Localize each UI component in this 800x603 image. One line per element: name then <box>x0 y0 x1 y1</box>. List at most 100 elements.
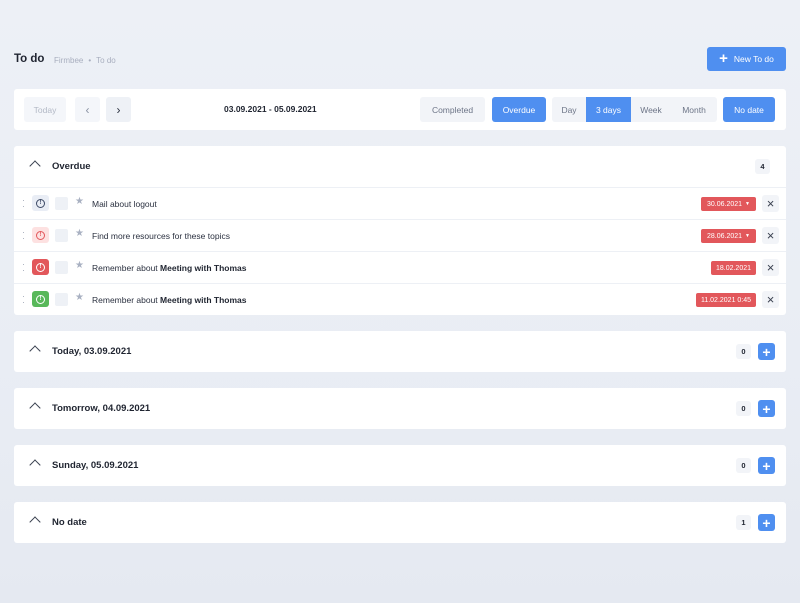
plus-icon: + <box>762 343 771 360</box>
chevron-up-icon[interactable] <box>29 345 41 357</box>
task-title-bold: Meeting with Thomas <box>160 263 247 273</box>
task-title: Remember about <box>92 295 158 305</box>
view-day-button[interactable]: Day <box>552 97 586 122</box>
breadcrumb-item-todo: To do <box>96 56 116 65</box>
section-title: Today, 03.09.2021 <box>52 346 132 357</box>
chevron-left-icon: ‹ <box>85 102 90 117</box>
task-checkbox[interactable] <box>55 261 68 274</box>
task-count-badge: 4 <box>755 159 770 174</box>
task-text[interactable]: Remember about Meeting with Thomas <box>92 263 246 273</box>
priority-button[interactable]: ! <box>32 259 49 275</box>
section-tomorrow: Tomorrow, 04.09.2021 0 + <box>14 388 786 429</box>
task-text[interactable]: Find more resources for these topics <box>92 231 230 241</box>
due-date-text: 28.06.2021 <box>707 232 743 240</box>
drag-handle-icon[interactable]: · · <box>22 292 25 307</box>
task-row[interactable]: · · ! ★ Remember about Meeting with Thoma… <box>14 251 786 283</box>
due-date-badge[interactable]: 30.06.2021 ▼ <box>701 197 756 211</box>
page-title: To do <box>14 53 45 65</box>
section-title: Tomorrow, 04.09.2021 <box>52 403 151 414</box>
remove-task-button[interactable]: × <box>762 259 779 276</box>
due-date-badge[interactable]: 28.06.2021 ▼ <box>701 229 756 243</box>
task-count-badge: 0 <box>736 344 751 359</box>
remove-task-button[interactable]: × <box>762 291 779 308</box>
section-header[interactable]: No date 1 + <box>14 502 786 543</box>
chevron-up-icon[interactable] <box>29 459 41 471</box>
add-task-button[interactable]: + <box>758 457 775 474</box>
priority-button[interactable]: ! <box>32 291 49 307</box>
task-count-badge: 0 <box>736 401 751 416</box>
task-row[interactable]: · · ! ★ Mail about logout 30.06.2021 ▼ × <box>14 187 786 219</box>
drag-handle-icon[interactable]: · · <box>22 260 25 275</box>
section-header[interactable]: Sunday, 05.09.2021 0 + <box>14 445 786 486</box>
section-sunday: Sunday, 05.09.2021 0 + <box>14 445 786 486</box>
task-count-badge: 1 <box>736 515 751 530</box>
drag-handle-icon[interactable]: · · <box>22 196 25 211</box>
view-month-button[interactable]: Month <box>671 97 717 122</box>
priority-button[interactable]: ! <box>32 195 49 211</box>
next-period-button[interactable]: › <box>106 97 131 122</box>
add-task-button[interactable]: + <box>758 400 775 417</box>
section-header[interactable]: Today, 03.09.2021 0 + <box>14 331 786 372</box>
due-date-badge[interactable]: 18.02.2021 <box>711 261 756 275</box>
plus-icon: + <box>762 400 771 417</box>
view-3days-button[interactable]: 3 days <box>586 97 631 122</box>
plus-icon: + <box>719 50 728 67</box>
star-icon[interactable]: ★ <box>75 292 84 303</box>
chevron-up-icon[interactable] <box>29 516 41 528</box>
task-row[interactable]: · · ! ★ Find more resources for these top… <box>14 219 786 251</box>
breadcrumb-separator: • <box>88 56 92 65</box>
task-checkbox[interactable] <box>55 293 68 306</box>
close-icon: × <box>766 260 775 275</box>
star-icon[interactable]: ★ <box>75 260 84 271</box>
task-row[interactable]: · · ! ★ Remember about Meeting with Thoma… <box>14 283 786 315</box>
toolbar: Today ‹ › 03.09.2021 - 05.09.2021 Comple… <box>14 89 786 130</box>
new-todo-label: New To do <box>733 54 774 64</box>
priority-medium-icon: ! <box>36 230 45 240</box>
task-text[interactable]: Mail about logout <box>92 199 157 209</box>
due-date-text: 11.02.2021 0:45 <box>700 296 752 304</box>
filter-overdue-button[interactable]: Overdue <box>492 97 546 122</box>
star-icon[interactable]: ★ <box>75 228 84 239</box>
due-date-text: 30.06.2021 <box>707 200 743 208</box>
add-task-button[interactable]: + <box>758 343 775 360</box>
caret-down-icon: ▼ <box>745 233 750 239</box>
section-title: No date <box>52 517 87 528</box>
view-switcher: Day 3 days Week Month <box>552 97 717 122</box>
priority-high-icon: ! <box>36 262 45 272</box>
add-task-button[interactable]: + <box>758 514 775 531</box>
plus-icon: + <box>762 457 771 474</box>
task-count-badge: 0 <box>736 458 751 473</box>
section-overdue: Overdue 4 · · ! ★ Mail about logout 30.06… <box>14 146 786 315</box>
filter-completed-button[interactable]: Completed <box>420 97 485 122</box>
priority-button[interactable]: ! <box>32 227 49 243</box>
task-checkbox[interactable] <box>55 197 68 210</box>
section-header[interactable]: Overdue 4 <box>14 146 786 187</box>
page-header: To do Firmbee • To do + New To do <box>14 47 786 71</box>
task-title-bold: Meeting with Thomas <box>160 295 247 305</box>
section-title: Overdue <box>52 161 91 172</box>
due-date-badge[interactable]: 11.02.2021 0:45 <box>696 293 756 307</box>
new-todo-button[interactable]: + New To do <box>707 47 786 71</box>
due-date-text: 18.02.2021 <box>715 264 752 272</box>
chevron-up-icon[interactable] <box>29 160 41 172</box>
today-button[interactable]: Today <box>24 97 66 122</box>
drag-handle-icon[interactable]: · · <box>22 228 25 243</box>
star-icon[interactable]: ★ <box>75 196 84 207</box>
section-no-date: No date 1 + <box>14 502 786 543</box>
remove-task-button[interactable]: × <box>762 195 779 212</box>
date-range: 03.09.2021 - 05.09.2021 <box>224 104 317 114</box>
task-checkbox[interactable] <box>55 229 68 242</box>
caret-down-icon: ▼ <box>745 201 750 207</box>
remove-task-button[interactable]: × <box>762 227 779 244</box>
breadcrumb: Firmbee • To do <box>54 56 116 65</box>
task-text[interactable]: Remember about Meeting with Thomas <box>92 295 246 305</box>
chevron-up-icon[interactable] <box>29 402 41 414</box>
close-icon: × <box>766 196 775 211</box>
section-header[interactable]: Tomorrow, 04.09.2021 0 + <box>14 388 786 429</box>
no-date-button[interactable]: No date <box>723 97 775 122</box>
prev-period-button[interactable]: ‹ <box>75 97 100 122</box>
view-week-button[interactable]: Week <box>631 97 671 122</box>
task-title: Mail about logout <box>92 199 157 209</box>
breadcrumb-item-firmbee[interactable]: Firmbee <box>54 56 83 65</box>
priority-low-icon: ! <box>36 198 45 208</box>
